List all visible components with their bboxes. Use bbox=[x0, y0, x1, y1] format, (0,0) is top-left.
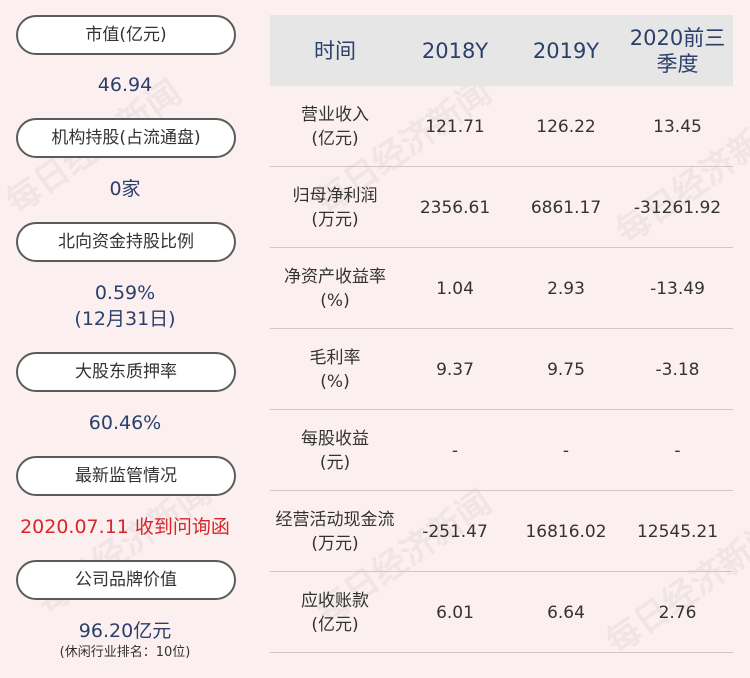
northbound-ratio-value: 0.59% bbox=[94, 282, 156, 304]
row-unit: (%) bbox=[320, 290, 350, 311]
row-unit: (万元) bbox=[311, 209, 359, 230]
market-cap-value: 46.94 bbox=[97, 74, 153, 96]
row-label-text: 归母净利润 bbox=[292, 185, 378, 206]
row-label-text: 经营活动现金流 bbox=[275, 509, 395, 530]
table-header: 时间 2018Y 2019Y 2020前三季度 bbox=[270, 15, 733, 86]
pledge-ratio-label: 大股东质押率 bbox=[16, 352, 236, 392]
table-row: 营业收入 (亿元) 121.71 126.22 13.45 bbox=[270, 86, 733, 167]
financial-table: 时间 2018Y 2019Y 2020前三季度 营业收入 (亿元) 121.71 … bbox=[270, 15, 733, 653]
row-label-text: 净资产收益率 bbox=[284, 266, 386, 287]
table-row: 归母净利润 (万元) 2356.61 6861.17 -31261.92 bbox=[270, 167, 733, 248]
left-panel: 市值(亿元) 46.94 机构持股(占流通盘) 0家 北向资金持股比例 0.59… bbox=[0, 0, 250, 678]
institution-holding-value: 0家 bbox=[109, 178, 141, 200]
pledge-ratio-value: 60.46% bbox=[88, 412, 162, 434]
institution-holding-label: 机构持股(占流通盘) bbox=[16, 118, 236, 158]
table-row: 经营活动现金流 (万元) -251.47 16816.02 12545.21 bbox=[270, 491, 733, 572]
cell-2019: - bbox=[562, 440, 570, 461]
cell-2018: 2356.61 bbox=[419, 197, 491, 218]
northbound-ratio-date: (12月31日) bbox=[74, 308, 176, 330]
cell-2020: -31261.92 bbox=[633, 197, 722, 218]
cell-2018: 1.04 bbox=[436, 278, 474, 299]
table-row: 净资产收益率 (%) 1.04 2.93 -13.49 bbox=[270, 248, 733, 329]
row-label: 归母净利润 (万元) bbox=[270, 167, 400, 248]
row-label-text: 营业收入 bbox=[301, 104, 369, 125]
cell-2018: 9.37 bbox=[436, 359, 474, 380]
row-unit: (万元) bbox=[311, 533, 359, 554]
cell-2020: -3.18 bbox=[655, 359, 700, 380]
regulatory-value: 2020.07.11 收到问询函 bbox=[20, 516, 230, 538]
table-row: 应收账款 (亿元) 6.01 6.64 2.76 bbox=[270, 572, 733, 653]
cell-2019: 126.22 bbox=[536, 116, 596, 137]
cell-2019: 6861.17 bbox=[530, 197, 602, 218]
northbound-ratio-label: 北向资金持股比例 bbox=[16, 222, 236, 262]
row-label: 应收账款 (亿元) bbox=[270, 572, 400, 653]
cell-2020: - bbox=[674, 440, 681, 461]
row-unit: (亿元) bbox=[311, 614, 359, 635]
cell-2018: 121.71 bbox=[425, 116, 485, 137]
header-2019: 2019Y bbox=[532, 38, 600, 63]
table-row: 每股收益 (元) - - - bbox=[270, 410, 733, 491]
cell-2020: 2.76 bbox=[658, 602, 697, 623]
cell-2019: 16816.02 bbox=[525, 521, 607, 542]
cell-2020: -13.49 bbox=[650, 278, 705, 299]
brand-value-value: 96.20亿元 bbox=[78, 620, 172, 642]
row-unit: (%) bbox=[320, 371, 350, 392]
brand-value-label: 公司品牌价值 bbox=[16, 560, 236, 600]
cell-2020: 12545.21 bbox=[636, 521, 719, 542]
row-unit: (元) bbox=[319, 452, 351, 473]
table-row: 毛利率 (%) 9.37 9.75 -3.18 bbox=[270, 329, 733, 410]
cell-2018: -251.47 bbox=[422, 521, 488, 542]
cell-2018: 6.01 bbox=[436, 602, 474, 623]
market-cap-label: 市值(亿元) bbox=[16, 15, 236, 55]
row-label-text: 毛利率 bbox=[309, 347, 361, 368]
row-label: 净资产收益率 (%) bbox=[270, 248, 400, 329]
header-time: 时间 bbox=[314, 38, 356, 63]
cell-2019: 9.75 bbox=[547, 359, 585, 380]
regulatory-label: 最新监管情况 bbox=[16, 456, 236, 496]
row-label: 毛利率 (%) bbox=[270, 329, 400, 410]
row-label: 经营活动现金流 (万元) bbox=[270, 491, 400, 572]
row-label-text: 每股收益 bbox=[301, 428, 369, 449]
row-label: 每股收益 (元) bbox=[270, 410, 400, 491]
cell-2019: 6.64 bbox=[547, 602, 585, 623]
cell-2019: 2.93 bbox=[547, 278, 585, 299]
header-2020q3: 2020前三季度 bbox=[629, 25, 726, 76]
header-2018: 2018Y bbox=[421, 38, 489, 63]
brand-value-rank: (休闲行业排名：10位) bbox=[59, 645, 191, 660]
row-unit: (亿元) bbox=[311, 128, 359, 149]
cell-2018: - bbox=[451, 440, 459, 461]
row-label-text: 应收账款 bbox=[301, 590, 369, 611]
row-label: 营业收入 (亿元) bbox=[270, 86, 400, 167]
cell-2020: 13.45 bbox=[653, 116, 702, 137]
